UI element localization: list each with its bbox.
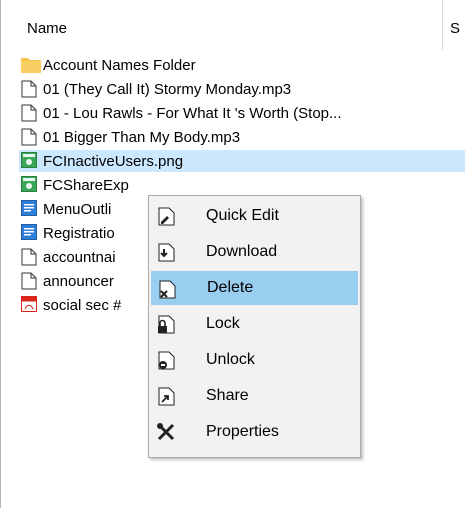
menu-item-quick-edit[interactable]: Quick Edit bbox=[151, 199, 358, 233]
file-name: Account Names Folder bbox=[43, 56, 196, 74]
file-name: MenuOutli bbox=[43, 200, 112, 218]
file-row[interactable]: 01 - Lou Rawls - For What It 's Worth (S… bbox=[21, 102, 446, 124]
unlock-icon bbox=[155, 349, 177, 371]
file-icon bbox=[21, 128, 37, 146]
file-row-selected[interactable]: FCInactiveUsers.png bbox=[19, 150, 465, 172]
menu-item-download[interactable]: Download bbox=[151, 235, 358, 269]
menu-item-label: Download bbox=[206, 243, 278, 260]
document-file-icon bbox=[21, 224, 37, 242]
menu-item-label: Delete bbox=[207, 279, 254, 296]
file-row[interactable]: 01 Bigger Than My Body.mp3 bbox=[21, 126, 446, 148]
context-menu: Quick Edit Download Delete Lock Unlock S… bbox=[148, 195, 361, 458]
column-header-size[interactable]: S bbox=[450, 20, 460, 37]
file-row[interactable]: FCShareExp bbox=[21, 174, 446, 196]
file-icon bbox=[21, 248, 37, 266]
file-row[interactable]: 01 (They Call It) Stormy Monday.mp3 bbox=[21, 78, 446, 100]
pdf-file-icon bbox=[21, 296, 37, 314]
file-icon bbox=[21, 80, 37, 98]
document-file-icon bbox=[21, 200, 37, 218]
column-separator[interactable] bbox=[442, 0, 443, 50]
file-name: FCShareExp bbox=[43, 176, 129, 194]
file-name: FCInactiveUsers.png bbox=[43, 152, 184, 170]
download-icon bbox=[155, 241, 177, 263]
lock-icon bbox=[155, 313, 177, 335]
share-icon bbox=[155, 385, 177, 407]
menu-item-label: Share bbox=[206, 387, 249, 404]
file-icon bbox=[21, 104, 37, 122]
menu-item-label: Quick Edit bbox=[206, 207, 279, 224]
file-name: 01 - Lou Rawls - For What It 's Worth (S… bbox=[43, 104, 342, 122]
menu-item-label: Lock bbox=[206, 315, 240, 332]
delete-icon bbox=[156, 278, 178, 300]
menu-item-delete[interactable]: Delete bbox=[151, 271, 358, 305]
menu-item-label: Unlock bbox=[206, 351, 255, 368]
file-name: announcer bbox=[43, 272, 114, 290]
file-icon bbox=[21, 272, 37, 290]
file-name: 01 (They Call It) Stormy Monday.mp3 bbox=[43, 80, 292, 98]
image-file-icon bbox=[21, 176, 37, 194]
folder-icon bbox=[21, 56, 41, 74]
file-name: 01 Bigger Than My Body.mp3 bbox=[43, 128, 241, 146]
properties-icon bbox=[155, 421, 177, 443]
menu-item-properties[interactable]: Properties bbox=[151, 415, 358, 449]
menu-item-label: Properties bbox=[206, 423, 279, 440]
column-header-name[interactable]: Name bbox=[27, 20, 67, 37]
column-header: Name S bbox=[1, 0, 465, 50]
file-name: accountnai bbox=[43, 248, 116, 266]
menu-item-lock[interactable]: Lock bbox=[151, 307, 358, 341]
file-name: social sec # bbox=[43, 296, 122, 314]
quick-edit-icon bbox=[155, 205, 177, 227]
file-name: Registratio bbox=[43, 224, 115, 242]
file-row[interactable]: Account Names Folder bbox=[21, 54, 446, 76]
menu-item-unlock[interactable]: Unlock bbox=[151, 343, 358, 377]
image-file-icon bbox=[21, 152, 37, 170]
menu-item-share[interactable]: Share bbox=[151, 379, 358, 413]
